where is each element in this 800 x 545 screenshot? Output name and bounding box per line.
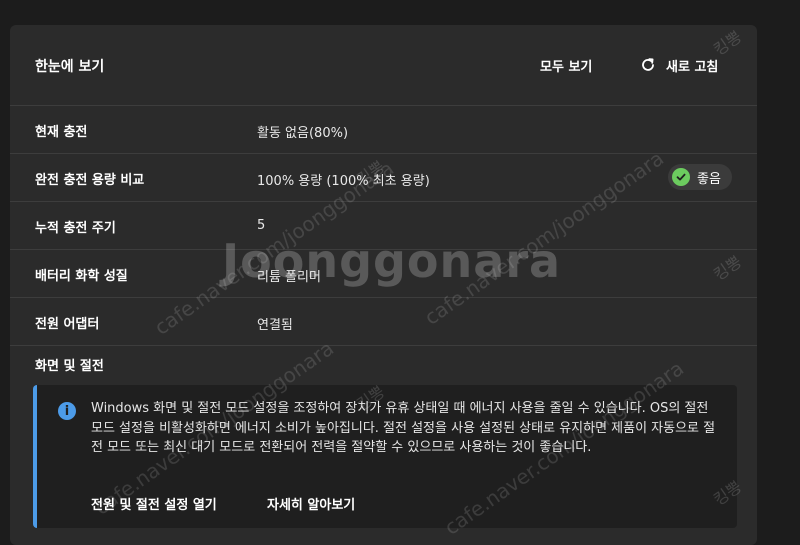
row-power-adapter: 전원 어댑터 연결됨: [10, 298, 757, 346]
row-value: 연결됨: [257, 318, 293, 333]
row-value: 활동 없음(80%): [257, 126, 349, 141]
row-value: 5: [257, 218, 266, 233]
info-icon: i: [58, 402, 76, 420]
refresh-button[interactable]: 새로 고침: [640, 54, 718, 76]
row-value: 100% 용량 (100% 최초 용량): [257, 174, 430, 189]
status-badge-label: 좋음: [697, 171, 721, 187]
info-text: Windows 화면 및 절전 모드 설정을 조정하여 장치가 유휴 상태일 때…: [91, 401, 716, 455]
page-title: 한눈에 보기: [35, 59, 105, 75]
row-label: 현재 충전: [35, 125, 88, 140]
row-cycle-count: 누적 충전 주기 5: [10, 202, 757, 250]
info-box: i Windows 화면 및 절전 모드 설정을 조정하여 장치가 유휴 상태일…: [33, 385, 737, 528]
check-circle-icon: [672, 168, 690, 186]
view-all-button[interactable]: 모두 보기: [540, 56, 592, 75]
row-battery-chemistry: 배터리 화학 성질 리튬 폴리머: [10, 250, 757, 298]
panel-header: 한눈에 보기 모두 보기 새로 고침: [10, 25, 757, 106]
row-full-charge-capacity: 완전 충전 용량 비교 100% 용량 (100% 최초 용량) 좋음: [10, 154, 757, 202]
row-label: 배터리 화학 성질: [35, 269, 128, 284]
row-label: 누적 충전 주기: [35, 221, 116, 236]
row-value: 리튬 폴리머: [257, 270, 321, 285]
learn-more-link[interactable]: 자세히 알아보기: [267, 494, 355, 513]
status-badge: 좋음: [668, 164, 732, 190]
refresh-icon: [642, 58, 654, 71]
row-label: 전원 어댑터: [35, 317, 100, 332]
section-title: 화면 및 절전: [35, 359, 104, 374]
row-label: 완전 충전 용량 비교: [35, 173, 145, 188]
battery-overview-panel: 한눈에 보기 모두 보기 새로 고침 현재 충전 활동 없음(80%) 완전 충…: [10, 25, 757, 545]
refresh-label: 새로 고침: [666, 59, 719, 75]
row-current-charge: 현재 충전 활동 없음(80%): [10, 106, 757, 154]
open-power-settings-link[interactable]: 전원 및 절전 설정 열기: [91, 494, 217, 513]
